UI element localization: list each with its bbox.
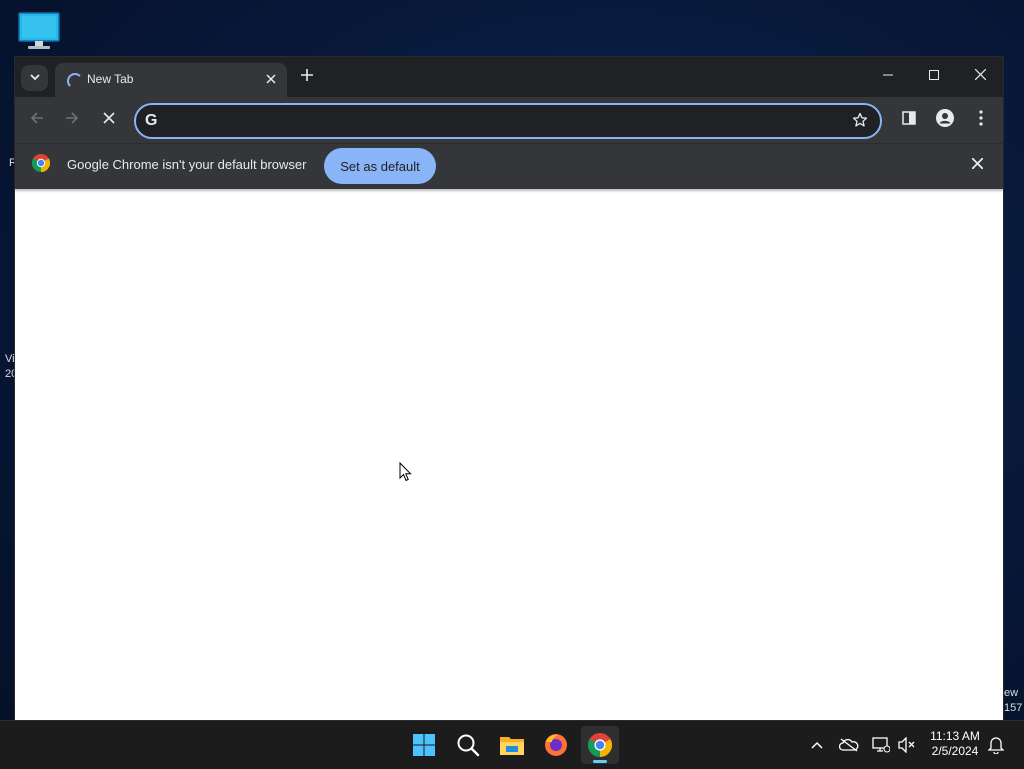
this-pc-monitor-icon[interactable] xyxy=(17,12,61,50)
tab-title: New Tab xyxy=(87,72,134,86)
chrome-logo-icon xyxy=(31,154,51,177)
infobar-message: Google Chrome isn't your default browser xyxy=(67,157,307,172)
tab-search-button[interactable] xyxy=(21,65,48,91)
back-button[interactable] xyxy=(25,108,49,132)
maximize-icon xyxy=(929,67,939,85)
desktop-label-fragment: Vi xyxy=(5,353,15,365)
arrow-right-icon xyxy=(65,111,79,130)
address-bar[interactable]: G xyxy=(134,103,882,139)
tab-new-tab[interactable]: New Tab xyxy=(55,63,287,97)
plus-icon xyxy=(301,68,313,86)
minimize-button[interactable] xyxy=(876,65,900,87)
tab-strip: New Tab xyxy=(15,57,1003,97)
chevron-up-icon[interactable] xyxy=(807,735,827,755)
onedrive-offline-icon[interactable] xyxy=(839,735,859,755)
taskbar: 11:13 AM 2/5/2024 xyxy=(0,720,1024,769)
notification-bell-icon[interactable] xyxy=(986,735,1006,755)
new-tab-button[interactable] xyxy=(297,67,317,87)
more-vert-icon xyxy=(979,109,983,131)
google-g-icon: G xyxy=(145,112,158,129)
chevron-down-icon xyxy=(29,69,40,87)
chrome-window: New Tab G Google Chrome isn't your defau… xyxy=(15,57,1003,720)
chrome-icon[interactable] xyxy=(581,726,619,764)
bookmark-star-icon[interactable] xyxy=(852,112,868,133)
arrow-left-icon xyxy=(30,111,44,130)
file-explorer-icon[interactable] xyxy=(493,726,531,764)
desktop-label-fragment: 157 xyxy=(1004,702,1023,714)
side-panel-button[interactable] xyxy=(897,108,921,132)
clock-time: 11:13 AM xyxy=(930,729,980,743)
browser-toolbar: G xyxy=(15,97,1003,143)
desktop-label-fragment: ew xyxy=(1004,687,1019,699)
close-icon xyxy=(974,67,986,85)
stop-loading-button[interactable] xyxy=(97,108,121,132)
close-icon xyxy=(103,111,115,129)
mouse-pointer-icon xyxy=(399,461,412,487)
chrome-menu-button[interactable] xyxy=(969,108,993,132)
forward-button[interactable] xyxy=(60,108,84,132)
default-browser-infobar: Google Chrome isn't your default browser… xyxy=(15,143,1003,189)
avatar-icon xyxy=(936,108,954,132)
loading-spinner-icon xyxy=(67,73,83,89)
network-icon[interactable] xyxy=(871,735,891,755)
volume-muted-icon[interactable] xyxy=(897,735,917,755)
tab-close-icon[interactable] xyxy=(263,71,279,87)
infobar-close-icon[interactable] xyxy=(969,155,985,171)
url-input[interactable] xyxy=(170,111,834,133)
active-app-indicator xyxy=(593,760,607,763)
clock-date: 2/5/2024 xyxy=(931,744,979,758)
maximize-button[interactable] xyxy=(922,65,946,87)
profile-button[interactable] xyxy=(933,108,957,132)
firefox-icon[interactable] xyxy=(537,726,575,764)
side-panel-icon xyxy=(902,110,916,130)
system-clock[interactable]: 11:13 AM 2/5/2024 xyxy=(925,729,985,759)
search-icon[interactable] xyxy=(449,726,487,764)
minimize-icon xyxy=(883,67,893,85)
close-window-button[interactable] xyxy=(968,65,992,87)
set-as-default-button[interactable]: Set as default xyxy=(324,148,436,184)
windows-start-icon[interactable] xyxy=(405,726,443,764)
